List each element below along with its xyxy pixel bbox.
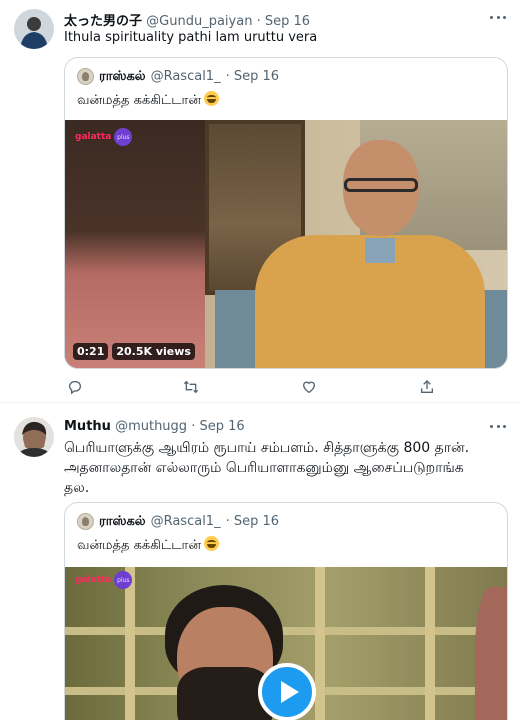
author-name[interactable]: 太った男の子	[64, 14, 142, 29]
quote-author-handle: @Rascal1_	[150, 69, 221, 84]
tweet-header: Muthu @muthugg · Sep 16	[64, 419, 245, 434]
quote-header: ராஸ்கல் @Rascal1_ · Sep 16	[77, 513, 279, 530]
tweet[interactable]: 太った男の子 @Gundu_paiyan · Sep 16 Ithula spi…	[0, 0, 520, 403]
video-frame-collar	[365, 238, 395, 263]
quote-avatar	[77, 68, 94, 85]
author-name[interactable]: Muthu	[64, 419, 111, 434]
joy-emoji-icon	[203, 536, 219, 551]
video-frame-glasses	[344, 178, 418, 192]
author-handle[interactable]: @Gundu_paiyan	[146, 14, 252, 29]
tweet[interactable]: Muthu @muthugg · Sep 16 பெரியாளுக்கு ஆயி…	[0, 404, 520, 720]
video-frame-post	[315, 567, 325, 720]
quoted-tweet[interactable]: ராஸ்கல் @Rascal1_ · Sep 16 வன்மத்த கக்கி…	[64, 502, 508, 720]
reply-icon[interactable]	[66, 378, 84, 396]
joy-emoji-icon	[203, 91, 219, 106]
avatar[interactable]	[14, 9, 54, 49]
video-player[interactable]: galatta plus	[65, 567, 507, 720]
more-icon[interactable]	[488, 418, 508, 434]
channel-logo: galatta plus	[71, 571, 136, 589]
video-frame-person-left	[65, 120, 205, 368]
quote-text: வன்மத்த கக்கிட்டான்	[77, 538, 201, 553]
tweet-date[interactable]: · Sep 16	[191, 419, 244, 434]
quote-text-row: வன்மத்த கக்கிட்டான்	[77, 536, 219, 554]
quote-header: ராஸ்கல் @Rascal1_ · Sep 16	[77, 68, 279, 85]
channel-logo-badge: plus	[114, 571, 133, 589]
quoted-tweet[interactable]: ராஸ்கல் @Rascal1_ · Sep 16 வன்மத்த கக்கி…	[64, 57, 508, 369]
video-frame-post	[125, 567, 135, 720]
tweet-date[interactable]: · Sep 16	[257, 14, 310, 29]
quote-author-handle: @Rascal1_	[150, 514, 221, 529]
tweet-text: பெரியாளுக்கு ஆயிரம் ரூபாய் சம்பளம். சித்…	[64, 440, 470, 496]
video-duration: 0:21	[73, 343, 109, 360]
play-icon[interactable]	[258, 663, 316, 720]
quote-author-name: ராஸ்கல்	[99, 513, 146, 529]
channel-logo-badge: plus	[114, 128, 133, 146]
quote-date: · Sep 16	[225, 69, 280, 84]
more-icon[interactable]	[488, 9, 508, 25]
quote-date: · Sep 16	[225, 514, 280, 529]
tweet-header: 太った男の子 @Gundu_paiyan · Sep 16	[64, 10, 310, 29]
quote-text-row: வன்மத்த கக்கிட்டான்	[77, 91, 219, 109]
channel-logo: galatta plus	[71, 128, 136, 146]
quote-author-name: ராஸ்கல்	[99, 68, 146, 84]
channel-logo-text: galatta	[75, 575, 112, 585]
channel-logo-text: galatta	[75, 132, 112, 142]
retweet-icon[interactable]	[182, 378, 200, 396]
video-frame-person-right	[475, 587, 507, 720]
share-icon[interactable]	[418, 378, 436, 396]
quote-avatar	[77, 513, 94, 530]
video-views: 20.5K views	[112, 343, 195, 360]
tweet-text: Ithula spirituality pathi lam uruttu ver…	[64, 30, 318, 45]
avatar[interactable]	[14, 417, 54, 457]
tweet-actions	[64, 378, 444, 398]
like-icon[interactable]	[300, 378, 318, 396]
author-handle[interactable]: @muthugg	[115, 419, 187, 434]
video-player[interactable]: galatta plus 0:21 20.5K views	[65, 120, 507, 368]
video-frame-post	[425, 567, 435, 720]
quote-text: வன்மத்த கக்கிட்டான்	[77, 93, 201, 108]
video-badges: 0:21 20.5K views	[73, 343, 195, 360]
